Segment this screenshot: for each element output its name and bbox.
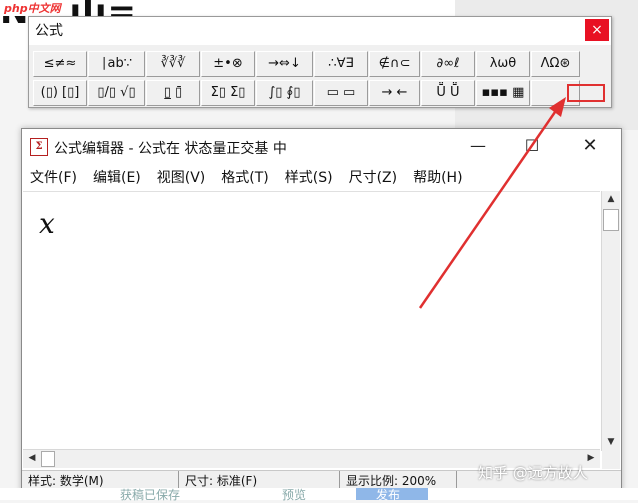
scroll-up-icon[interactable]: ▲ [602,191,620,208]
footer-save-status: 获稿已保存 [120,488,181,502]
close-icon[interactable]: ✕ [567,129,613,163]
formula-canvas[interactable]: x [23,191,600,449]
vertical-scroll-thumb[interactable] [603,209,619,231]
page-footer-strip: 获稿已保存 预览 [0,486,638,503]
menu-format[interactable]: 格式(T) [213,166,276,190]
scroll-down-icon[interactable]: ▼ [602,434,620,451]
palette-sets-button[interactable]: ∉∩⊂ [369,51,420,77]
palette-labeled-arrows-button[interactable]: → ← [369,80,420,106]
site-logo: php中文网 [2,0,63,16]
menu-style[interactable]: 样式(S) [277,166,341,190]
annotation-highlight-box [567,84,605,102]
publish-button[interactable]: 发布 [356,488,428,502]
editor-titlebar: Σ 公式编辑器 - 公式在 状态量正交基 中 — ☐ ✕ [22,129,621,163]
menu-view[interactable]: 视图(V) [149,166,214,190]
palette-fences-button[interactable]: (▯) [▯] [33,80,87,106]
palette-title: 公式 [29,17,611,45]
palette-products-button[interactable]: Ṻ Ṻ [421,80,475,106]
maximize-icon[interactable]: ☐ [509,129,555,163]
editor-title: 公式编辑器 - 公式在 状态量正交基 中 [54,141,287,157]
palette-integrals-button[interactable]: ∫▯ ∮▯ [256,80,313,106]
publish-button-label: 发布 [376,488,401,502]
close-icon[interactable]: × [585,19,609,41]
scroll-left-icon[interactable]: ◀ [23,450,41,467]
menu-bar: 文件(F) 编辑(E) 视图(V) 格式(T) 样式(S) 尺寸(Z) 帮助(H… [22,166,621,190]
palette-row-1: ≤≠≈ ∣ab∵ ∛∛∛ ±•⊗ →⇔↓ ∴∀∃ ∉∩⊂ ∂∞ℓ λωθ ΛΩ⊛ [33,51,609,77]
scrollbar-corner [602,451,620,469]
equation-editor-app-icon: Σ [30,138,48,156]
palette-spaces-button[interactable]: ∣ab∵ [88,51,145,77]
palette-bars-button[interactable]: ▭ ▭ [314,80,368,106]
palette-matrices-button[interactable]: ▪▪▪ ▦ [476,80,530,106]
palette-misc-button[interactable]: ∂∞ℓ [421,51,475,77]
palette-embellishments-button[interactable]: ∛∛∛ [146,51,200,77]
menu-edit[interactable]: 编辑(E) [85,166,149,190]
palette-scripts-button[interactable]: ▯̲ ▯̄ [146,80,200,106]
palette-operators-button[interactable]: ±•⊗ [201,51,255,77]
menu-size[interactable]: 尺寸(Z) [341,166,406,190]
formula-palette-window: 公式 × ≤≠≈ ∣ab∵ ∛∛∛ ±•⊗ →⇔↓ ∴∀∃ ∉∩⊂ ∂∞ℓ λω… [28,16,612,108]
palette-sums-button[interactable]: Σ▯ Σ▯ [201,80,255,106]
horizontal-scroll-thumb[interactable] [41,451,55,467]
menu-file[interactable]: 文件(F) [22,166,85,190]
palette-logic-button[interactable]: ∴∀∃ [314,51,368,77]
watermark: 知乎 @远方故人 [478,464,588,482]
palette-relations-button[interactable]: ≤≠≈ [33,51,87,77]
palette-arrows-button[interactable]: →⇔↓ [256,51,313,77]
palette-greek-upper-button[interactable]: ΛΩ⊛ [531,51,580,77]
palette-greek-lower-button[interactable]: λωθ [476,51,530,77]
palette-fractions-button[interactable]: ▯/▯ √▯ [88,80,145,106]
minimize-icon[interactable]: — [455,129,501,163]
vertical-scrollbar[interactable]: ▲ ▼ [601,191,620,451]
footer-preview-link[interactable]: 预览 [282,486,306,503]
menu-help[interactable]: 帮助(H) [405,166,470,190]
palette-row-2: (▯) [▯] ▯/▯ √▯ ▯̲ ▯̄ Σ▯ Σ▯ ∫▯ ∮▯ ▭ ▭ → ←… [33,80,609,106]
equation-editor-window: Σ 公式编辑器 - 公式在 状态量正交基 中 — ☐ ✕ 文件(F) 编辑(E)… [21,128,622,492]
formula-expression[interactable]: x [39,207,55,240]
